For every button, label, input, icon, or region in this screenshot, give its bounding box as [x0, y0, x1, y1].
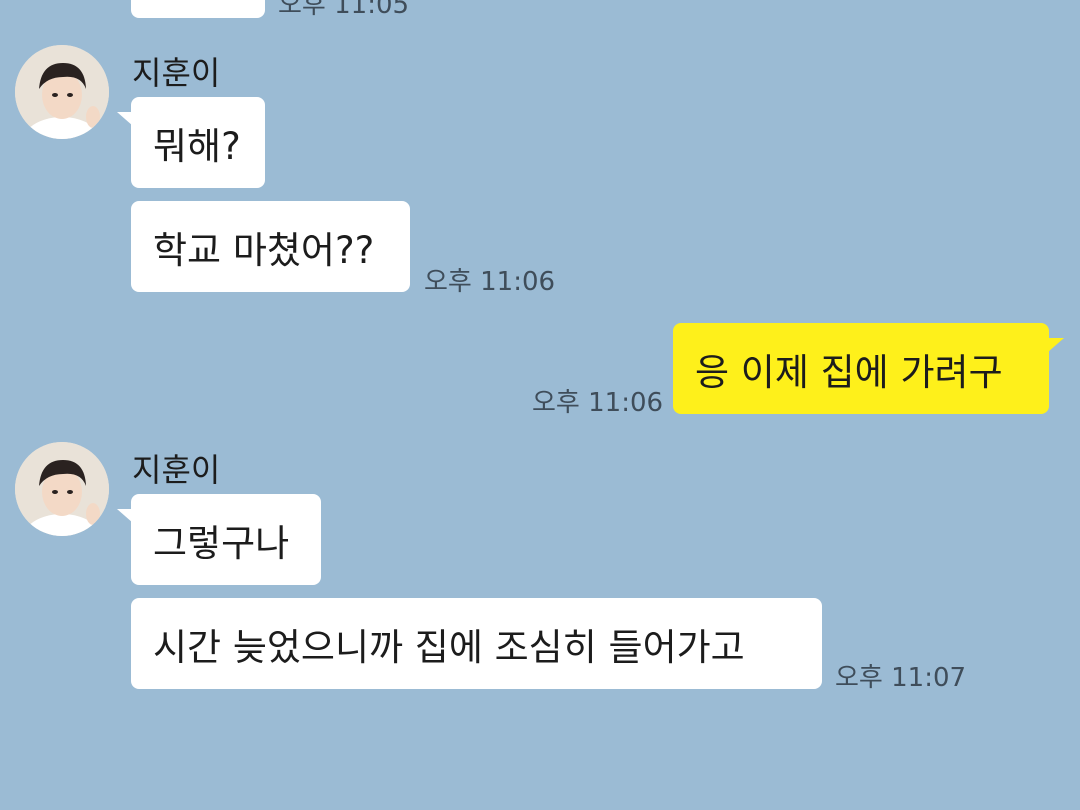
- message-time: 오후 11:07: [835, 663, 967, 693]
- avatar[interactable]: [15, 442, 109, 536]
- avatar[interactable]: [15, 45, 109, 139]
- message-time: 오후 11:06: [424, 267, 556, 297]
- message-time: 오후 11:06: [532, 388, 664, 418]
- message-text: 그렇구나: [153, 521, 290, 565]
- message-bubble-outgoing[interactable]: 응 이제 집에 가려구: [673, 323, 1049, 414]
- avatar-photo-icon: [15, 442, 109, 536]
- message-text: 응 이제 집에 가려구: [695, 350, 1003, 394]
- sender-name: 지훈이: [132, 54, 221, 92]
- message-text: 뭐해?: [153, 124, 241, 168]
- message-bubble[interactable]: 시간 늦었으니까 집에 조심히 들어가고: [131, 598, 822, 689]
- bubble-tail: [1048, 338, 1064, 352]
- message-bubble[interactable]: 학교 마쳤어??: [131, 201, 410, 292]
- message-text: 학교 마쳤어??: [153, 228, 375, 272]
- sender-name: 지훈이: [132, 451, 221, 489]
- message-time: 오후 11:05: [278, 0, 410, 20]
- message-bubble[interactable]: 그렇구나: [131, 494, 321, 585]
- message-bubble[interactable]: [131, 0, 265, 18]
- message-bubble[interactable]: 뭐해?: [131, 97, 265, 188]
- message-text: 시간 늦었으니까 집에 조심히 들어가고: [153, 625, 745, 669]
- avatar-photo-icon: [15, 45, 109, 139]
